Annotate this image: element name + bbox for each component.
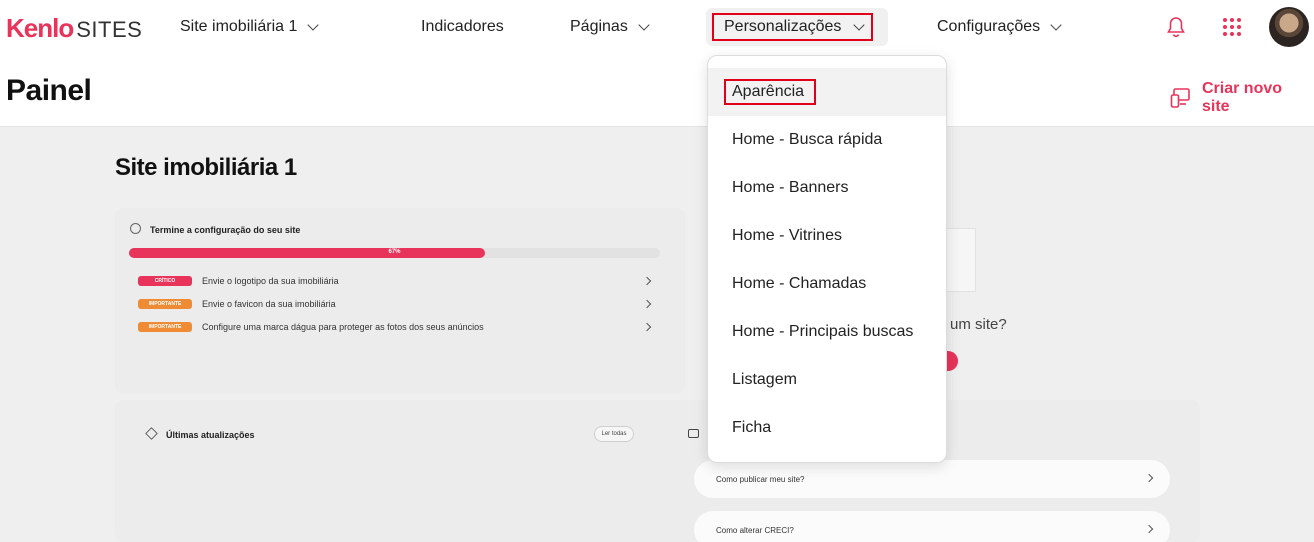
menu-item-home-chamadas[interactable]: Home - Chamadas [708, 260, 946, 308]
faq-item[interactable]: Como alterar CRECI? [694, 511, 1170, 542]
setup-progress-label: 67% [388, 249, 401, 255]
menu-item-home-vitrines[interactable]: Home - Vitrines [708, 212, 946, 260]
nav-configuracoes-label: Configurações [937, 18, 1041, 35]
status-badge: CRÍTICO [138, 276, 192, 286]
menu-item-home-banners[interactable]: Home - Banners [708, 164, 946, 212]
chevron-right-icon [1144, 473, 1154, 483]
apps-grid-icon[interactable] [1222, 17, 1242, 37]
faq-item[interactable]: Como publicar meu site? [694, 460, 1170, 498]
setup-card-title: Termine a configuração do seu site [150, 225, 301, 235]
setup-task[interactable]: IMPORTANTE Envie o favicon da sua imobil… [138, 299, 652, 309]
menu-item-label: Home - Busca rápida [732, 131, 883, 148]
nav-paginas-label: Páginas [570, 18, 628, 35]
setup-progress-bar: 67% [129, 248, 660, 258]
nav-configuracoes[interactable]: Configurações [937, 18, 1062, 36]
nav-personalizacoes-label: Personalizações [724, 18, 842, 35]
chevron-down-icon [307, 18, 320, 31]
kenlo-sites-logo[interactable]: Kenlo SITES [6, 13, 142, 44]
status-badge: IMPORTANTE [138, 299, 192, 309]
nav-indicadores[interactable]: Indicadores [421, 18, 504, 36]
status-badge: IMPORTANTE [138, 322, 192, 332]
help-prompt-text: um site? [950, 316, 1007, 333]
page-title: Painel [6, 74, 92, 107]
menu-item-label: Home - Chamadas [732, 275, 867, 292]
site-selector[interactable]: Site imobiliária 1 [180, 18, 320, 36]
nav-personalizacoes[interactable]: Personalizações [712, 13, 873, 41]
chat-icon [688, 429, 699, 438]
nav-paginas[interactable]: Páginas [570, 18, 650, 36]
gear-icon [130, 223, 141, 234]
chevron-right-icon [642, 276, 652, 286]
menu-item-label: Listagem [732, 371, 797, 388]
menu-item-home-principais-buscas[interactable]: Home - Principais buscas [708, 308, 946, 356]
chevron-right-icon [642, 322, 652, 332]
menu-item-home-busca-rapida[interactable]: Home - Busca rápida [708, 116, 946, 164]
logo-kenlo: Kenlo [6, 13, 74, 43]
menu-item-label: Home - Principais buscas [732, 323, 914, 340]
menu-item-aparencia[interactable]: Aparência [708, 68, 946, 116]
menu-item-label: Ficha [732, 419, 772, 436]
faq-item-text: Como alterar CRECI? [716, 525, 794, 535]
site-heading: Site imobiliária 1 [115, 154, 297, 181]
chevron-down-icon [1050, 18, 1062, 31]
menu-item-label: Home - Banners [732, 179, 849, 196]
chevron-down-icon [853, 18, 866, 31]
chevron-right-icon [642, 299, 652, 309]
setup-task[interactable]: IMPORTANTE Configure uma marca dágua par… [138, 322, 652, 332]
chevron-down-icon [638, 18, 650, 31]
chevron-right-icon [1144, 524, 1154, 534]
setup-task-text: Envie o favicon da sua imobiliária [202, 299, 336, 309]
menu-item-label: Home - Vitrines [732, 227, 842, 244]
menu-item-ficha[interactable]: Ficha [708, 404, 946, 452]
nav-indicadores-label: Indicadores [421, 18, 504, 35]
menu-item-highlight [724, 79, 816, 105]
read-all-button[interactable]: Ler todas [594, 426, 634, 442]
setup-task-text: Configure uma marca dágua para proteger … [202, 322, 484, 332]
avatar[interactable] [1269, 7, 1309, 47]
personalizacoes-dropdown-menu: Aparência Home - Busca rápida Home - Ban… [707, 55, 947, 463]
setup-task-text: Envie o logotipo da sua imobiliária [202, 276, 339, 286]
top-navigation: Kenlo SITES Site imobiliária 1 Indicador… [0, 0, 1314, 56]
menu-item-listagem[interactable]: Listagem [708, 356, 946, 404]
updates-title: Últimas atualizações [166, 430, 255, 440]
logo-sites: SITES [76, 17, 143, 42]
site-selector-label: Site imobiliária 1 [180, 18, 298, 35]
create-new-site-label: Criar novo site [1202, 80, 1283, 115]
bell-icon[interactable] [1166, 16, 1186, 38]
faq-item-text: Como publicar meu site? [716, 474, 805, 484]
devices-icon [1170, 88, 1190, 108]
create-new-site-button[interactable]: Criar novo site [1170, 80, 1314, 116]
setup-task[interactable]: CRÍTICO Envie o logotipo da sua imobiliá… [138, 276, 652, 286]
